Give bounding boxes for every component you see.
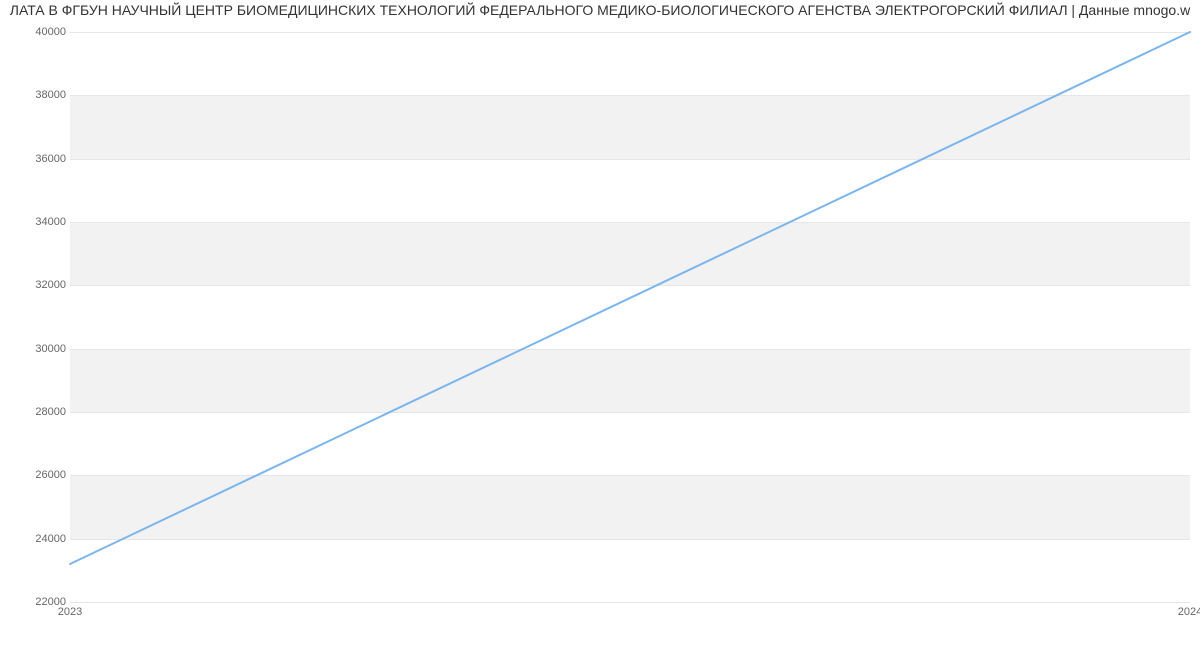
gridline xyxy=(70,602,1190,603)
line-layer xyxy=(70,32,1190,602)
x-axis-tick: 2023 xyxy=(58,606,82,618)
y-axis-tick: 26000 xyxy=(6,469,66,481)
y-axis-tick: 30000 xyxy=(6,343,66,355)
chart-container: ЛАТА В ФГБУН НАУЧНЫЙ ЦЕНТР БИОМЕДИЦИНСКИ… xyxy=(0,0,1200,650)
y-axis-tick: 36000 xyxy=(6,153,66,165)
y-axis-tick: 40000 xyxy=(6,26,66,38)
y-axis-tick: 32000 xyxy=(6,279,66,291)
x-axis-tick: 2024 xyxy=(1178,606,1200,618)
y-axis-tick: 24000 xyxy=(6,533,66,545)
plot-area xyxy=(70,32,1190,603)
y-axis-tick: 34000 xyxy=(6,216,66,228)
chart-title: ЛАТА В ФГБУН НАУЧНЫЙ ЦЕНТР БИОМЕДИЦИНСКИ… xyxy=(0,2,1200,18)
series-line xyxy=(70,32,1190,564)
y-axis-tick: 38000 xyxy=(6,89,66,101)
y-axis-tick: 28000 xyxy=(6,406,66,418)
